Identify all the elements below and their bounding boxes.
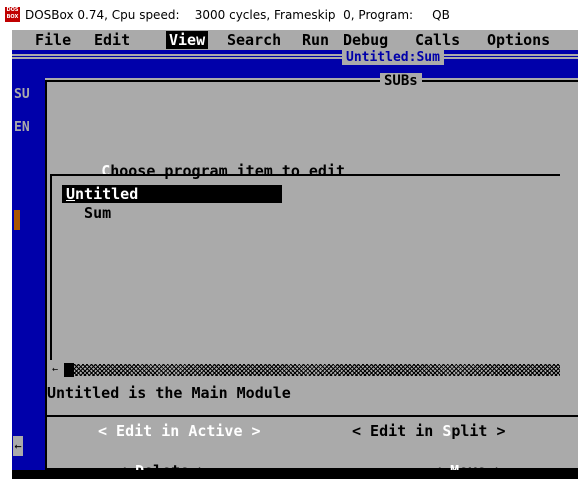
edit-active-pre: < Edit in — [98, 422, 189, 440]
edit-split-pre: < Edit in — [352, 422, 443, 440]
editor-code-line[interactable]: SU — [14, 87, 30, 102]
edit-split-post: plit > — [451, 422, 506, 440]
dos-bottom-strip — [12, 470, 578, 479]
window-title: DOSBox 0.74, Cpu speed: 3000 cycles, Fra… — [25, 8, 450, 22]
list-item-label: ntitled — [75, 185, 139, 203]
menu-options[interactable]: Options — [484, 31, 553, 49]
dosbox-app-icon[interactable]: DOS BOX — [5, 7, 20, 22]
list-item-hotkey: U — [66, 185, 76, 203]
editor-code-line[interactable]: EN — [14, 120, 30, 135]
module-status-text: Untitled is the Main Module — [47, 384, 291, 402]
listbox-hscroll-left-arrow[interactable]: ← — [52, 364, 60, 376]
move-hotkey: M — [450, 462, 459, 470]
delete-post: elete > — [144, 462, 207, 470]
delete-button[interactable]: < Delete > — [117, 462, 207, 470]
delete-hotkey: D — [135, 462, 144, 470]
list-item-sum[interactable]: Sum — [62, 204, 115, 222]
menubar: File Edit View Search Run Debug Calls Op… — [12, 30, 578, 50]
subs-dialog: SUBs Choose program item to edit Untitle… — [45, 73, 578, 470]
listbox-hscroll-thumb[interactable] — [64, 363, 74, 377]
window-titlebar: DOS BOX DOSBox 0.74, Cpu speed: 3000 cyc… — [0, 0, 578, 30]
program-item-list[interactable]: Untitled Sum ← — [50, 136, 560, 377]
edit-in-active-button[interactable]: < Edit in Active > — [98, 422, 261, 440]
delete-pre: < — [117, 462, 135, 470]
menu-file[interactable]: File — [32, 31, 74, 49]
edit-active-post: ctive > — [197, 422, 261, 440]
editor-title: Untitled:Sum — [342, 50, 444, 65]
dos-screen: File Edit View Search Run Debug Calls Op… — [12, 30, 578, 470]
move-button[interactable]: < Move > — [432, 462, 504, 470]
move-pre: < — [432, 462, 450, 470]
editor-top-border — [12, 54, 578, 56]
editor-hscroll-left-arrow[interactable]: ← — [13, 436, 23, 456]
menu-run[interactable]: Run — [299, 31, 332, 49]
editor-vscroll-thumb[interactable] — [14, 210, 20, 230]
list-item-untitled[interactable]: Untitled — [62, 185, 282, 203]
dialog-border-top — [45, 80, 578, 82]
menu-calls[interactable]: Calls — [412, 31, 463, 49]
menu-search[interactable]: Search — [224, 31, 284, 49]
dialog-border-left — [45, 80, 47, 470]
edit-in-split-button[interactable]: < Edit in Split > — [352, 422, 506, 440]
listbox-hscroll-track[interactable] — [64, 364, 560, 376]
edit-active-hotkey: A — [188, 422, 198, 440]
dialog-separator — [45, 415, 578, 417]
menu-view[interactable]: View — [166, 31, 209, 49]
listbox-border-top — [50, 174, 560, 176]
listbox-border-left — [50, 174, 52, 360]
menu-debug[interactable]: Debug — [340, 31, 391, 49]
edit-split-hotkey: S — [442, 422, 452, 440]
move-post: ove > — [459, 462, 504, 470]
editor-top-border-inner — [12, 57, 578, 59]
dialog-title: SUBs — [380, 73, 422, 89]
menu-edit[interactable]: Edit — [91, 31, 133, 49]
